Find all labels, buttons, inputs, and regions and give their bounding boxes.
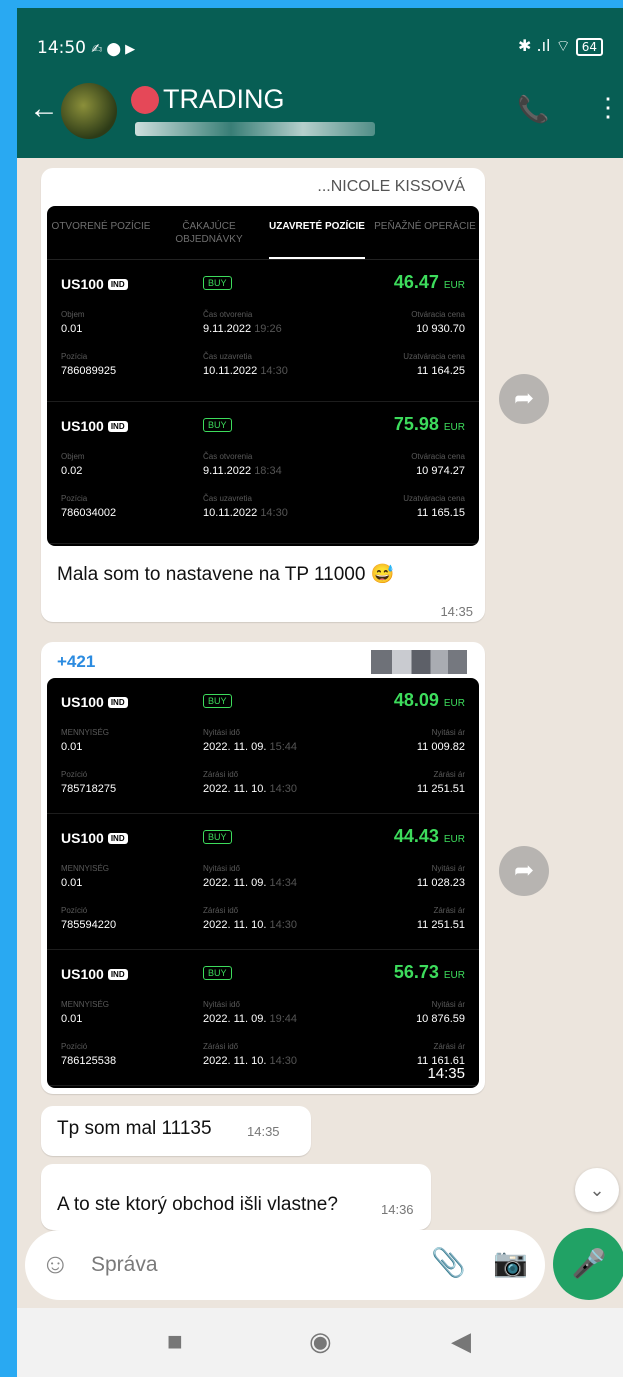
close-time: Čas uzavretia 10.11.2022 14:30 (203, 352, 288, 377)
symbol: US100 IND (61, 966, 128, 982)
tab-closed-positions: UZAVRETÉ POZÍCIE (263, 206, 371, 259)
attach-icon[interactable]: 📎 (431, 1246, 466, 1279)
message-text: Mala som to nastavene na TP 11000 😅 (57, 564, 395, 585)
open-time: Nyitási idő 2022. 11. 09. 19:44 (203, 1000, 297, 1025)
position-id: Pozíció 785718275 (61, 770, 117, 795)
home-circle-icon[interactable]: ◉ (309, 1326, 332, 1357)
close-time: Zárási idő 2022. 11. 10. 14:30 (203, 906, 297, 931)
participants-redacted (135, 122, 375, 136)
symbol-badge: IND (107, 697, 128, 708)
open-price: Otváracia cena 10 974.27 (411, 452, 465, 477)
close-time: Zárási idő 2022. 11. 10. 14:30 (203, 770, 297, 795)
message-time: 14:35 (247, 1124, 280, 1139)
recents-square-icon[interactable]: ■ (167, 1326, 183, 1357)
symbol-badge: IND (107, 279, 128, 290)
side-badge: BUY (203, 966, 232, 980)
close-time: Čas uzavretia 10.11.2022 14:30 (203, 494, 288, 519)
profit-value: 48.09 EUR (393, 690, 465, 710)
scroll-down-icon[interactable]: ⌄ (575, 1168, 619, 1212)
position-id: Pozíció 786125538 (61, 1042, 117, 1067)
back-triangle-icon[interactable]: ◀ (451, 1326, 471, 1357)
open-time: Čas otvorenia 9.11.2022 18:34 (203, 452, 282, 477)
status-icons: ✱ .ıl ⌔ 64 (518, 36, 603, 56)
group-avatar[interactable] (61, 83, 117, 139)
volume: MENNYISÉG 0.01 (61, 728, 110, 753)
android-nav-bar: ■ ◉ ◀ (17, 1308, 623, 1377)
position-id: Pozícia 786089925 (61, 352, 117, 377)
open-price: Otváracia cena 10 930.70 (411, 310, 465, 335)
mic-icon[interactable]: 🎤 (553, 1228, 623, 1300)
chat-title[interactable]: TRADING (163, 84, 285, 115)
tab-open-positions: OTVORENÉ POZÍCIE (51, 221, 151, 232)
profit-value: 75.98 EUR (393, 414, 465, 434)
message-header-redacted: ...NICOLE KISSOVÁ (317, 178, 465, 195)
profit-value: 56.73 EUR (393, 962, 465, 982)
close-price: Zárási ár 11 161.61 (416, 1042, 465, 1067)
phone-screen: 14:50 ✍ ⬤ ▶ ✱ .ıl ⌔ 64 ← TRADING 📞 ⋮ ...… (17, 8, 623, 1377)
side-badge: BUY (203, 694, 232, 708)
position-id: Pozíció 785594220 (61, 906, 117, 931)
position-id: Pozícia 786034002 (61, 494, 117, 519)
sender-phone[interactable]: +421 (57, 652, 95, 672)
symbol-badge: IND (107, 421, 128, 432)
close-price: Uzatváracia cena 11 164.25 (403, 352, 465, 377)
symbol-badge: IND (107, 833, 128, 844)
message-composer: ☺ 📎 📷 (25, 1230, 545, 1300)
tab-cash-operations: PEŇAŽNÉ OPERÁCIE (374, 221, 476, 232)
symbol: US100 IND (61, 276, 128, 292)
open-time: Nyitási idő 2022. 11. 09. 14:34 (203, 864, 297, 889)
symbol: US100 IND (61, 694, 128, 710)
message-text: Tp som mal 11135 (57, 1118, 212, 1139)
symbol: US100 IND (61, 418, 128, 434)
volume: MENNYISÉG 0.01 (61, 864, 110, 889)
close-time: Zárási idő 2022. 11. 10. 14:30 (203, 1042, 297, 1067)
message-bubble-text[interactable]: Tp som mal 11135 14:35 (41, 1106, 311, 1156)
camera-icon[interactable]: 📷 (493, 1246, 528, 1279)
close-price: Zárási ár 11 251.51 (416, 770, 465, 795)
sender-name-redacted (371, 650, 467, 674)
message-bubble-text[interactable]: A to ste ktorý obchod išli vlastne? 14:3… (41, 1164, 431, 1230)
trade-position-row: US100 IND BUY 56.73 EUR MENNYISÉG 0.01 Nyitási… (47, 950, 479, 1086)
trade-position-row: US100 IND BUY 75.98 EUR Objem 0.02 Čas otvoren… (47, 402, 479, 544)
open-price: Nyitási ár 11 009.82 (416, 728, 465, 753)
open-time: Čas otvorenia 9.11.2022 19:26 (203, 310, 282, 335)
close-price: Uzatváracia cena 11 165.15 (403, 494, 465, 519)
open-price: Nyitási ár 10 876.59 (416, 1000, 465, 1025)
trading-screenshot-2[interactable]: US100 IND BUY 48.09 EUR MENNYISÉG 0.01 Nyitási… (47, 678, 479, 1088)
close-price: Zárási ár 11 251.51 (416, 906, 465, 931)
forward-icon[interactable]: ➦ (499, 846, 549, 896)
trade-position-row: US100 IND BUY 46.47 EUR Objem 0.01 Čas otvoren… (47, 260, 479, 402)
profit-value: 44.43 EUR (393, 826, 465, 846)
message-text: A to ste ktorý obchod išli vlastne? (57, 1194, 338, 1215)
volume: Objem 0.01 (61, 310, 85, 335)
message-time: 14:35 (427, 1065, 465, 1082)
chat-header: 14:50 ✍ ⬤ ▶ ✱ .ıl ⌔ 64 ← TRADING 📞 ⋮ (17, 8, 623, 158)
message-input[interactable] (91, 1250, 391, 1280)
trading-screenshot-1[interactable]: OTVORENÉ POZÍCIE ČAKAJÚCE OBJEDNÁVKY UZA… (47, 206, 479, 546)
open-time: Nyitási idő 2022. 11. 09. 15:44 (203, 728, 297, 753)
back-arrow-icon[interactable]: ← (29, 92, 59, 126)
volume: MENNYISÉG 0.01 (61, 1000, 110, 1025)
trade-position-row: US100 IND BUY 44.43 EUR MENNYISÉG 0.01 Nyitási… (47, 814, 479, 950)
side-badge: BUY (203, 276, 232, 290)
profit-value: 46.47 EUR (393, 272, 465, 292)
red-circle-emoji-icon (131, 86, 159, 114)
open-price: Nyitási ár 11 028.23 (416, 864, 465, 889)
symbol: US100 IND (61, 830, 128, 846)
side-badge: BUY (203, 830, 232, 844)
add-call-icon[interactable]: 📞 (517, 94, 549, 125)
tab-pending-orders: ČAKAJÚCE OBJEDNÁVKY (175, 221, 243, 245)
status-time: 14:50 ✍ ⬤ ▶ (37, 38, 136, 58)
trade-position-row: US100 IND BUY 48.09 EUR MENNYISÉG 0.01 Nyitási… (47, 678, 479, 814)
message-time: 14:35 (440, 604, 473, 619)
symbol-badge: IND (107, 969, 128, 980)
trade-tabs: OTVORENÉ POZÍCIE ČAKAJÚCE OBJEDNÁVKY UZA… (47, 206, 479, 260)
forward-icon[interactable]: ➦ (499, 374, 549, 424)
message-time: 14:36 (381, 1202, 414, 1217)
side-badge: BUY (203, 418, 232, 432)
volume: Objem 0.02 (61, 452, 85, 477)
overflow-menu-icon[interactable]: ⋮ (595, 92, 621, 123)
emoji-icon[interactable]: ☺ (41, 1248, 70, 1280)
battery-icon: 64 (575, 38, 603, 56)
